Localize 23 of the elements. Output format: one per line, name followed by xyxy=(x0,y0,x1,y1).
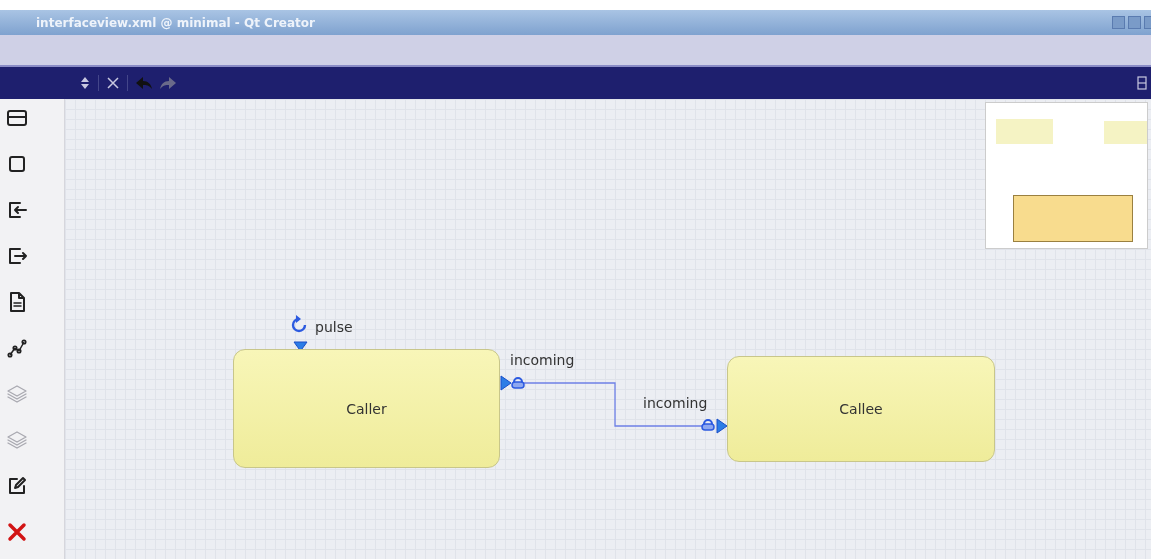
lock-port-icon[interactable] xyxy=(511,377,525,389)
cyclic-interface-icon[interactable] xyxy=(291,315,307,333)
delete-tool[interactable] xyxy=(6,521,28,543)
required-interface-tool[interactable] xyxy=(6,199,28,221)
split-icon[interactable] xyxy=(1137,76,1147,90)
window-title: interfaceview.xml @ minimal - Qt Creator xyxy=(36,15,315,30)
function-block[interactable]: Callee xyxy=(727,356,995,462)
port-icon[interactable] xyxy=(293,341,308,352)
redo-icon[interactable] xyxy=(160,77,176,89)
up-down-icon[interactable] xyxy=(80,76,90,90)
interface-label: pulse xyxy=(315,319,353,335)
function-type-tool[interactable] xyxy=(6,107,28,129)
function-tool[interactable] xyxy=(6,153,28,175)
lock-port-icon[interactable] xyxy=(701,419,715,431)
function-name: Callee xyxy=(839,401,883,417)
edit-tool[interactable] xyxy=(6,475,28,497)
function-block[interactable]: Caller xyxy=(233,349,500,468)
interface-label: incoming xyxy=(643,395,708,411)
function-name: Caller xyxy=(346,400,387,417)
provided-interface-tool[interactable] xyxy=(6,245,28,267)
interface-label: incoming xyxy=(510,352,575,368)
connection-tool[interactable] xyxy=(6,337,28,359)
close-icon[interactable] xyxy=(107,77,119,89)
